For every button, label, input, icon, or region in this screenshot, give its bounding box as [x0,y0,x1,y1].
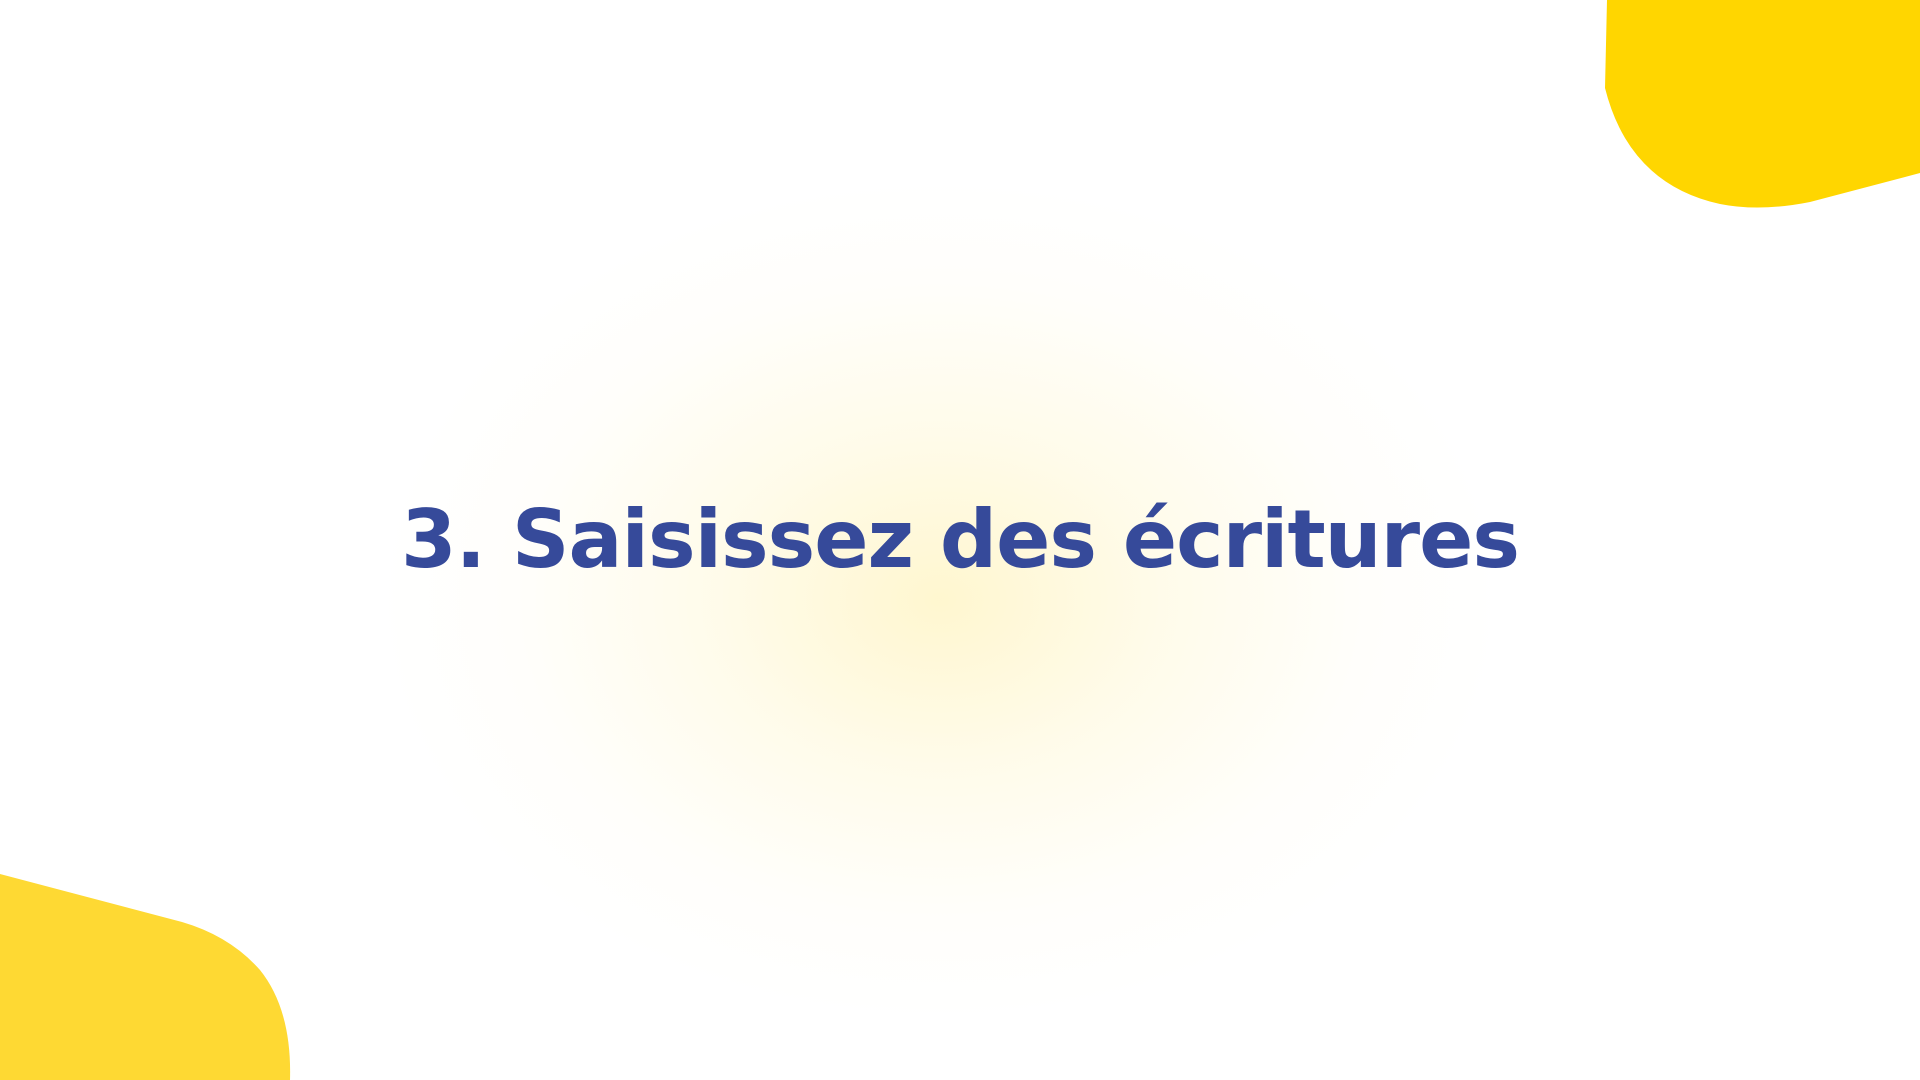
top-right-yellow-shape [1605,0,1920,208]
slide-title: 3. Saisissez des écritures [401,493,1520,586]
slide: 3. Saisissez des écritures [0,0,1920,1080]
bottom-left-yellow-shape [0,874,291,1080]
